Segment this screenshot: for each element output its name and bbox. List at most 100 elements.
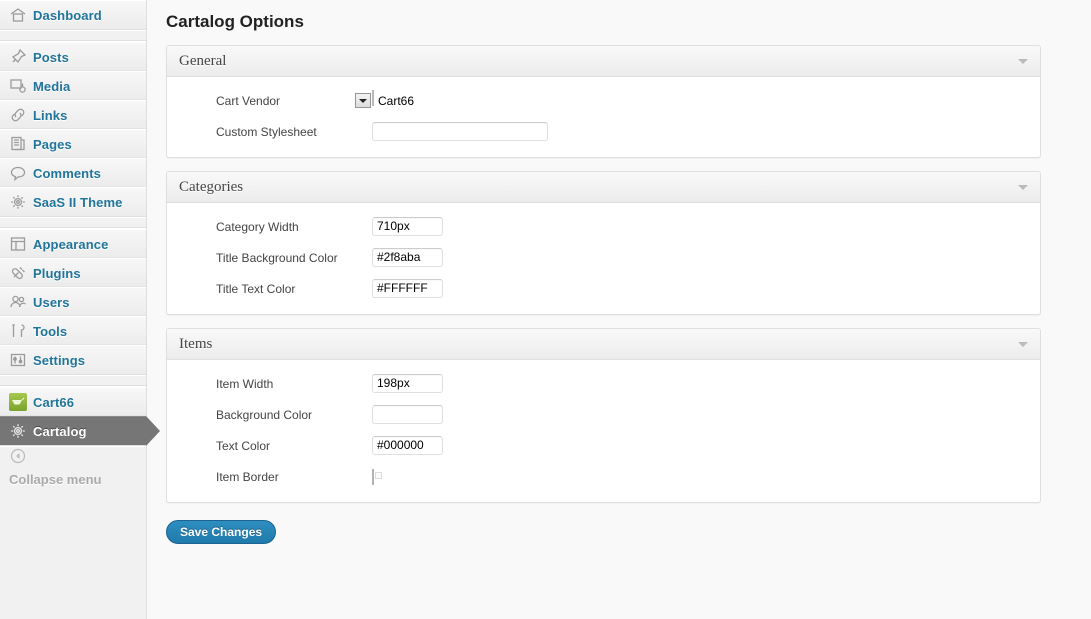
settings-sliders-icon (9, 351, 27, 369)
sidebar-item-label: Appearance (33, 237, 109, 253)
sidebar-item-saas-ii-theme[interactable]: SaaS II Theme (0, 187, 146, 216)
sidebar-item-appearance[interactable]: Appearance (0, 229, 146, 258)
field-control: Cart66 (355, 90, 414, 108)
title-background-color-input[interactable] (372, 248, 443, 267)
menu-separator (0, 217, 146, 228)
panel-title: General (179, 53, 227, 69)
item-background-color-input[interactable] (372, 405, 443, 424)
field-control (372, 374, 443, 393)
sidebar-item-label: Pages (33, 137, 72, 153)
field-row: Custom Stylesheet (167, 122, 1040, 143)
field-label: Title Background Color (216, 251, 338, 265)
sidebar-item-dashboard[interactable]: Dashboard (0, 0, 146, 29)
panel-categories: Categories Category Width Title Background… (166, 171, 1041, 315)
item-width-input[interactable] (372, 374, 443, 393)
sidebar-item-label: Comments (33, 166, 101, 182)
field-label: Title Text Color (216, 282, 296, 296)
field-control (372, 436, 443, 455)
sidebar-item-label: Tools (33, 324, 68, 340)
item-text-color-input[interactable] (372, 436, 443, 455)
field-control (372, 248, 443, 267)
gear-icon (9, 422, 27, 440)
custom-stylesheet-input[interactable] (372, 122, 548, 141)
sidebar-item-posts[interactable]: Posts (0, 42, 146, 71)
menu-group: Dashboard (0, 0, 146, 30)
field-row: Category Width (167, 217, 1040, 238)
panel-general: General Cart Vendor Cart66 Custom Styleshee… (166, 45, 1041, 158)
collapse-menu-label: Collapse menu (9, 472, 102, 487)
chevron-down-icon[interactable] (1018, 342, 1028, 347)
page-title: Cartalog Options (166, 12, 304, 31)
panel-items: Items Item Width Background Color Text Colo… (166, 328, 1041, 503)
pages-icon (9, 135, 27, 153)
sidebar-item-media[interactable]: Media (0, 71, 146, 100)
sidebar-item-label: Users (33, 295, 70, 311)
sidebar-item-comments[interactable]: Comments (0, 158, 146, 187)
collapse-menu-button[interactable]: Collapse menu (0, 446, 146, 487)
field-control (372, 122, 548, 141)
field-row: Background Color (167, 405, 1040, 426)
content-area: Cartalog Options General Cart Vendor Cart6… (147, 0, 1091, 619)
title-text-color-input[interactable] (372, 279, 443, 298)
pin-icon (9, 48, 27, 66)
menu-group: Cart66 Cartalog (0, 386, 160, 446)
panel-header-categories[interactable]: Categories (167, 172, 1040, 203)
cart-vendor-select[interactable]: Cart66 (355, 90, 414, 108)
menu-separator (0, 30, 146, 41)
admin-sidebar: Dashboard Posts Media Links Pages Comments Saa… (0, 0, 160, 619)
field-control (372, 217, 443, 236)
chevron-down-icon[interactable] (1018, 59, 1028, 64)
sidebar-item-tools[interactable]: Tools (0, 316, 146, 345)
users-icon (9, 293, 27, 311)
field-label: Cart Vendor (216, 94, 281, 108)
form-actions: Save Changes (166, 520, 1091, 544)
collapse-left-arrow-icon (9, 447, 146, 465)
panel-title: Categories (179, 179, 244, 195)
field-label: Category Width (216, 220, 299, 234)
sidebar-item-label: Links (33, 108, 68, 124)
cart66-icon (9, 392, 27, 411)
sidebar-item-cart66[interactable]: Cart66 (0, 387, 146, 416)
save-changes-button[interactable]: Save Changes (166, 520, 277, 544)
field-row: Title Background Color (167, 248, 1040, 269)
options-panels: General Cart Vendor Cart66 Custom Styleshee… (147, 45, 1091, 503)
comment-bubble-icon (9, 164, 27, 182)
chevron-down-icon[interactable] (355, 93, 371, 108)
field-control (372, 405, 443, 424)
chevron-down-icon[interactable] (1018, 185, 1028, 190)
panel-header-items[interactable]: Items (167, 329, 1040, 360)
field-row: Item Border (167, 467, 1040, 488)
dashboard-home-icon (9, 6, 27, 24)
field-row: Text Color (167, 436, 1040, 457)
panel-body: Cart Vendor Cart66 Custom Stylesheet (167, 77, 1040, 157)
field-row: Cart Vendor Cart66 (167, 90, 1040, 112)
sidebar-item-links[interactable]: Links (0, 100, 146, 129)
gear-icon (9, 193, 27, 211)
sidebar-item-cartalog[interactable]: Cartalog (0, 416, 160, 446)
field-control (372, 467, 374, 485)
plug-icon (9, 264, 27, 282)
item-border-checkbox[interactable] (372, 469, 374, 485)
field-label: Text Color (216, 439, 271, 453)
panel-header-general[interactable]: General (167, 46, 1040, 77)
menu-group: Posts Media Links Pages Comments SaaS II Them… (0, 41, 146, 217)
sidebar-item-pages[interactable]: Pages (0, 129, 146, 158)
sidebar-item-label: Dashboard (33, 8, 102, 24)
category-width-input[interactable] (372, 217, 443, 236)
sidebar-item-plugins[interactable]: Plugins (0, 258, 146, 287)
menu-group: Appearance Plugins Users Tools Settings (0, 228, 146, 375)
sidebar-item-users[interactable]: Users (0, 287, 146, 316)
sidebar-item-label: Cartalog (33, 424, 87, 440)
sidebar-item-label: Cart66 (33, 395, 75, 411)
panel-body: Item Width Background Color Text Color Item… (167, 360, 1040, 502)
menu-separator (0, 375, 146, 386)
appearance-icon (9, 235, 27, 253)
sidebar-item-label: Posts (33, 50, 69, 66)
field-row: Title Text Color (167, 279, 1040, 300)
field-label: Item Width (216, 377, 274, 391)
media-icon (9, 77, 27, 95)
field-label: Item Border (216, 470, 279, 484)
field-row: Item Width (167, 374, 1040, 395)
sidebar-item-label: Plugins (33, 266, 81, 282)
sidebar-item-settings[interactable]: Settings (0, 345, 146, 374)
